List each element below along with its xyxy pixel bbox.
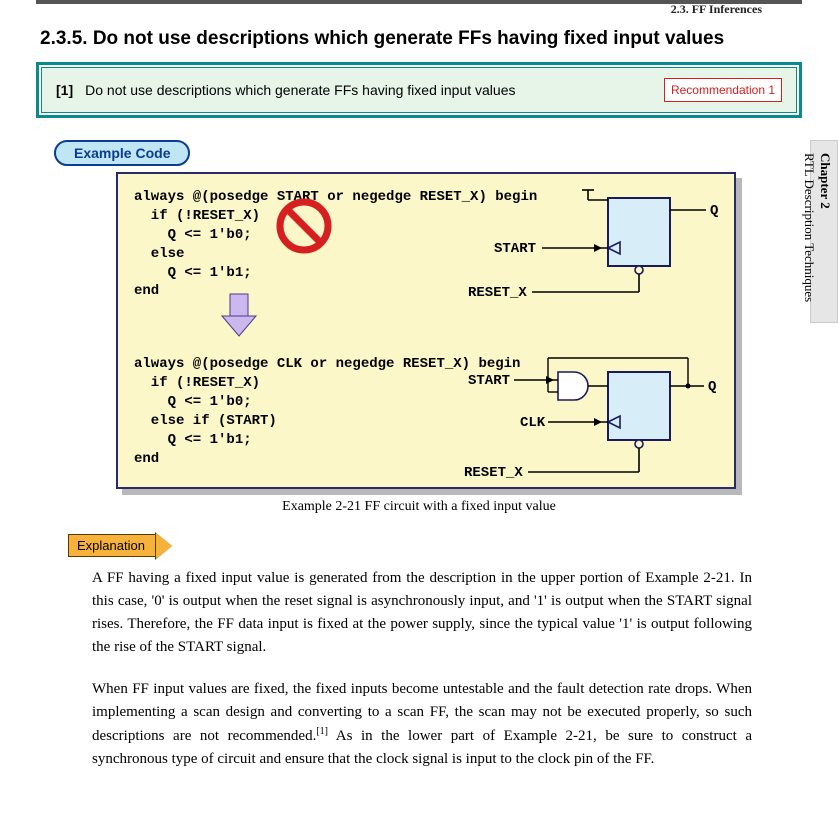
explanation-label: Explanation <box>68 533 172 559</box>
side-title: RTL Description Techniques <box>802 153 817 302</box>
headline-number: 2.3.5. <box>40 28 88 49</box>
recommendation-badge: Recommendation 1 <box>664 78 782 102</box>
explanation-p2: When FF input values are fixed, the fixe… <box>92 678 752 772</box>
page-top-rule: 2.3. FF Inferences <box>36 0 802 22</box>
rule-box: [1] Do not use descriptions which genera… <box>36 62 802 118</box>
headline-title: Do not use descriptions which generate F… <box>93 28 724 49</box>
rule-number: [1] <box>56 82 73 98</box>
example-code-pill: Example Code <box>54 140 190 166</box>
explanation-label-text: Explanation <box>68 534 156 557</box>
explanation-p1: A FF having a fixed input value is gener… <box>92 567 752 660</box>
figure-caption: Example 2-21 FF circuit with a fixed inp… <box>36 499 802 515</box>
rule-text: Do not use descriptions which generate F… <box>85 82 652 98</box>
side-tab: Chapter 2 RTL Description Techniques <box>810 140 838 323</box>
example-code-label: Example Code <box>54 140 190 166</box>
side-chapter: Chapter 2 <box>817 153 833 284</box>
example-panel: always @(posedge START or negedge RESET_… <box>116 172 736 489</box>
section-crumb: 2.3. FF Inferences <box>671 2 762 17</box>
explanation-body: A FF having a fixed input value is gener… <box>92 567 752 772</box>
code-block-1: always @(posedge START or negedge RESET_… <box>134 188 722 301</box>
arrow-right-icon <box>156 533 172 559</box>
footnote-ref: [1] <box>316 726 328 737</box>
code-block-2: always @(posedge CLK or negedge RESET_X)… <box>134 355 722 468</box>
section-headline: 2.3.5. Do not use descriptions which gen… <box>40 28 802 50</box>
